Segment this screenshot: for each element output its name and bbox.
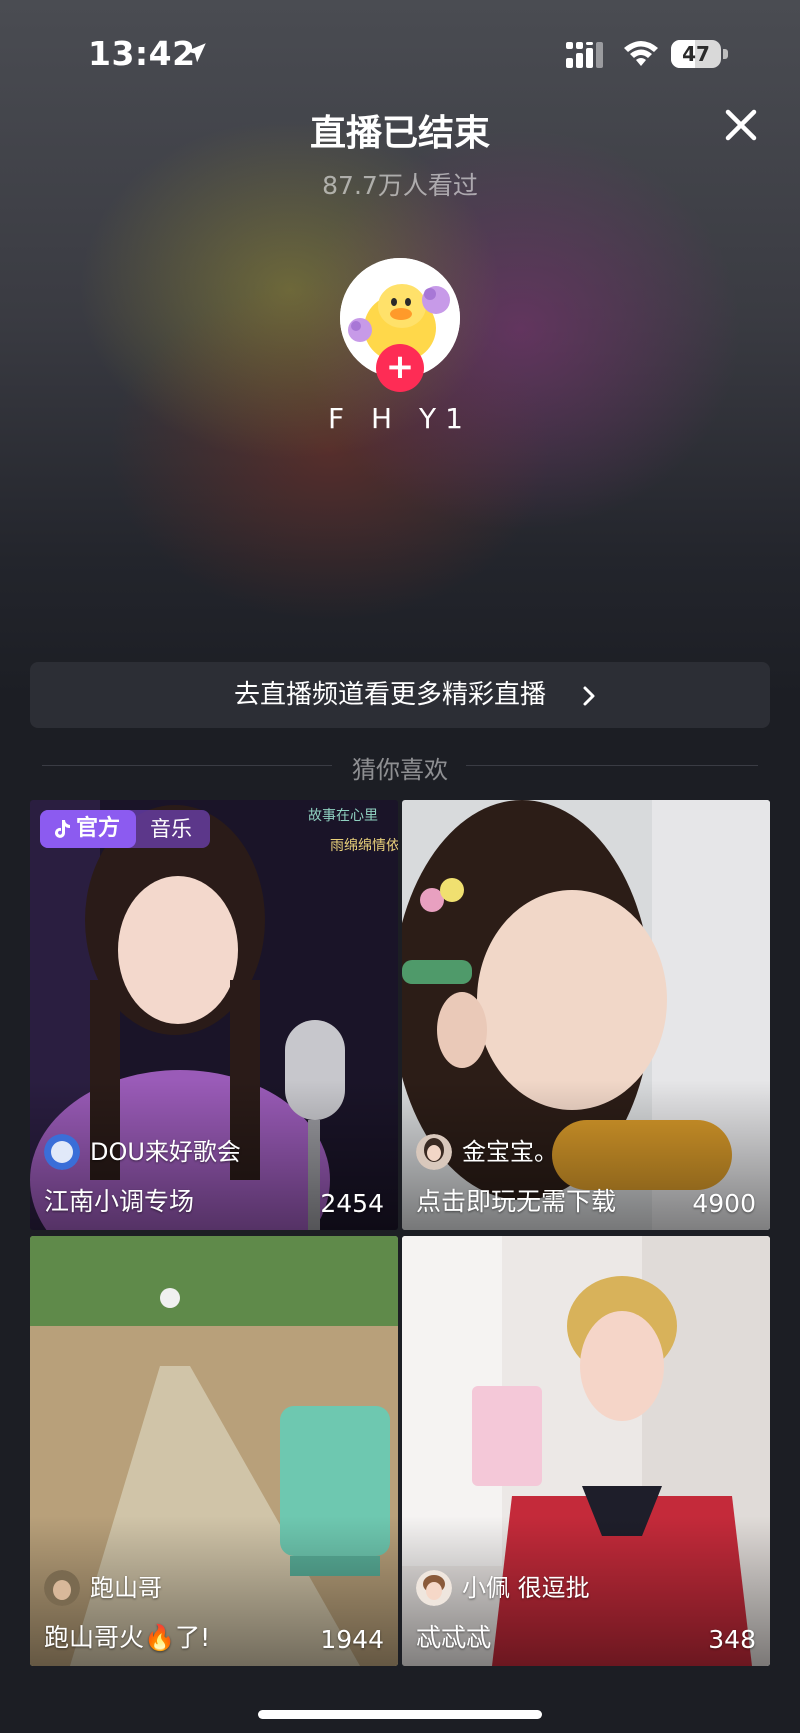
category-label: 音乐 (150, 817, 192, 841)
battery-icon: 47 (671, 40, 729, 68)
live-card[interactable]: 小佩 很逗批 忒忒忒 348 (402, 1236, 770, 1666)
streamer-avatar (44, 1134, 80, 1170)
chevron-right-icon (583, 686, 595, 706)
official-badge: 官方 音乐 (40, 810, 210, 848)
viewer-count: 87.7万人看过 (322, 171, 478, 200)
streamer-name: 小佩 很逗批 (462, 1574, 590, 1602)
svg-text:雨绵绵情依依: 雨绵绵情依依 (330, 837, 398, 854)
streamer-avatar (44, 1570, 80, 1606)
live-channel-button[interactable]: 去直播频道看更多精彩直播 (30, 662, 770, 728)
home-indicator[interactable] (258, 1710, 542, 1719)
close-icon[interactable] (718, 102, 764, 148)
page-title: 直播已结束 (309, 113, 490, 154)
viewer-count: 348 (708, 1625, 756, 1654)
viewer-count: 4900 (692, 1189, 756, 1218)
live-title: 忒忒忒 (416, 1623, 492, 1652)
viewer-count: 1944 (320, 1625, 384, 1654)
live-card[interactable]: 跑山哥 跑山哥火🔥了! 1944 (30, 1236, 398, 1666)
location-arrow-icon (186, 43, 206, 63)
live-title: 江南小调专场 (44, 1187, 195, 1216)
svg-text:故事在心里: 故事在心里 (308, 808, 378, 824)
wifi-icon (624, 41, 658, 66)
signal-icon (566, 42, 603, 68)
viewer-count: 2454 (320, 1189, 384, 1218)
plus-icon: + (385, 347, 415, 387)
streamer-name: 跑山哥 (90, 1574, 162, 1602)
status-bar: 13:42 47 (0, 0, 800, 100)
live-title: 点击即玩无需下载 (416, 1187, 617, 1216)
streamer-avatar (416, 1570, 452, 1606)
music-note-icon (55, 820, 70, 838)
follow-button[interactable]: + (376, 344, 424, 392)
battery-level: 47 (682, 42, 710, 66)
live-title: 跑山哥火🔥了! (44, 1623, 211, 1652)
streamer-name: 金宝宝。 (462, 1138, 558, 1166)
live-card[interactable]: 金宝宝。 点击即玩无需下载 4900 (402, 800, 770, 1230)
recommend-title: 猜你喜欢 (352, 756, 448, 784)
divider (466, 765, 758, 766)
host-name: F H Y1 (328, 402, 472, 435)
live-card[interactable]: 故事在心里 雨绵绵情依依 官方 音乐 DOU来好歌会 江南小调专场 2454 (30, 800, 398, 1230)
streamer-name: DOU来好歌会 (90, 1138, 241, 1166)
official-label: 官方 (76, 816, 121, 841)
streamer-avatar (416, 1134, 452, 1170)
live-channel-label: 去直播频道看更多精彩直播 (233, 680, 546, 710)
status-time: 13:42 (88, 34, 196, 73)
